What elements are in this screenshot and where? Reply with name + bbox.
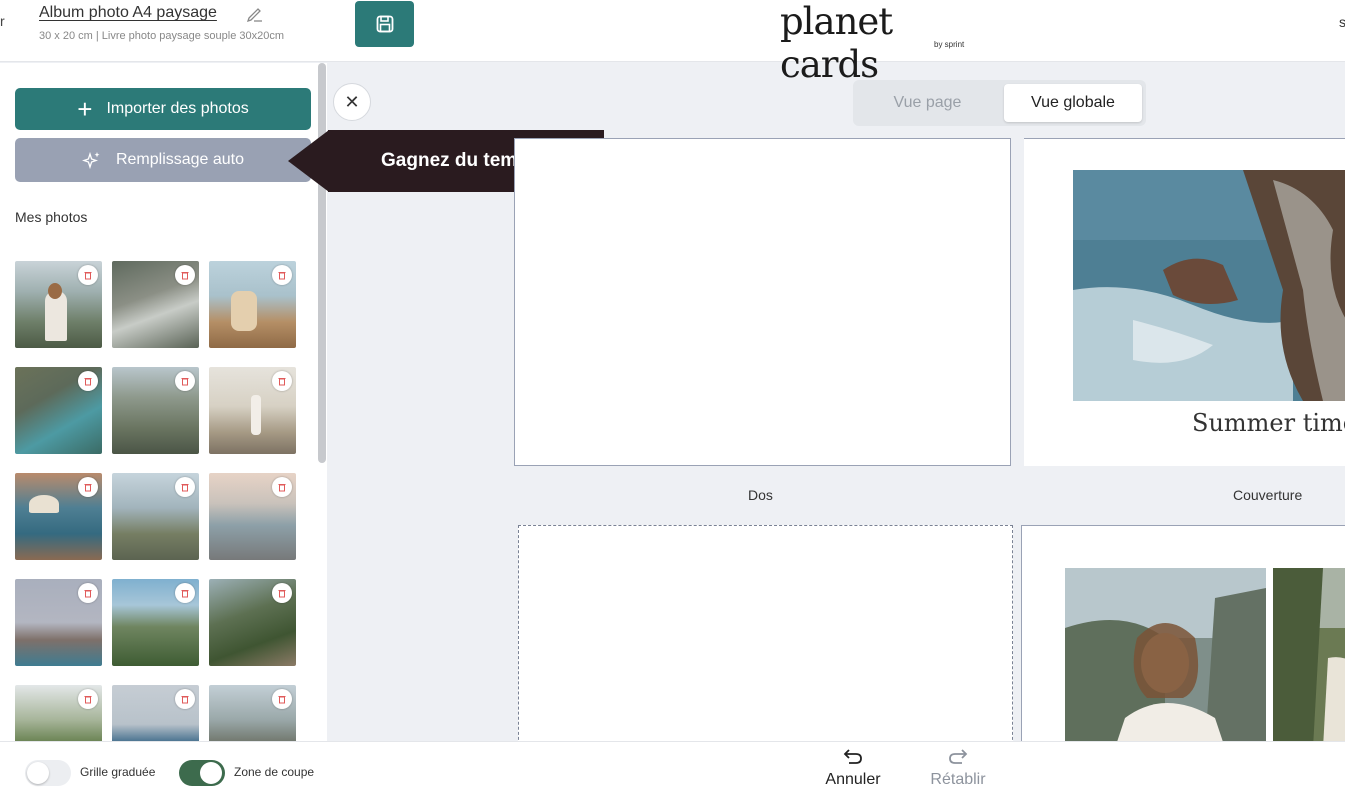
trash-icon[interactable] [272, 477, 292, 497]
ruler-grid-label: Grille graduée [80, 765, 156, 779]
photo-thumbnail[interactable] [209, 685, 296, 741]
photo-thumbnail[interactable] [209, 367, 296, 454]
front-cover-page[interactable]: Summer time [1024, 138, 1345, 466]
inner-right-page[interactable] [1021, 525, 1345, 755]
tab-global-view[interactable]: Vue globale [1004, 84, 1142, 122]
brand-logo[interactable]: planet cards by sprint [780, 0, 980, 86]
ruler-grid-toggle[interactable] [25, 760, 71, 786]
trash-icon[interactable] [175, 371, 195, 391]
floppy-icon [376, 15, 393, 33]
import-photos-button[interactable]: + Importer des photos [15, 88, 311, 130]
page-photo-slot[interactable] [1065, 568, 1266, 748]
photo-thumbnail[interactable] [15, 261, 102, 348]
photo-thumbnail[interactable] [112, 367, 199, 454]
back-cover-label: Dos [748, 487, 773, 503]
back-link[interactable]: r [0, 13, 5, 29]
top-bar: r Album photo A4 paysage 30 x 20 cm | Li… [0, 0, 1345, 86]
undo-label: Annuler [825, 771, 881, 788]
view-toggle: Vue page Vue globale [853, 80, 1146, 126]
sparkles-icon [81, 151, 100, 170]
autofill-label: Remplissage auto [115, 151, 245, 168]
trash-icon[interactable] [272, 265, 292, 285]
album-subtitle: 30 x 20 cm | Livre photo paysage souple … [39, 30, 285, 42]
bottom-toolbar: Grille graduée Zone de coupe Annuler Rét… [0, 741, 1345, 796]
trash-icon[interactable] [78, 689, 98, 709]
undo-button[interactable]: Annuler [820, 744, 886, 796]
save-button[interactable] [355, 1, 414, 47]
tab-page-view[interactable]: Vue page [853, 80, 1002, 126]
trash-icon[interactable] [272, 583, 292, 603]
trash-icon[interactable] [175, 583, 195, 603]
sidebar-scrollbar[interactable] [318, 63, 326, 463]
trash-icon[interactable] [175, 265, 195, 285]
photo-thumbnail[interactable] [15, 473, 102, 560]
photos-sidebar: + Importer des photos Remplissage auto M… [0, 63, 327, 741]
trash-icon[interactable] [272, 371, 292, 391]
cover-photo[interactable] [1073, 170, 1345, 401]
close-icon: ✕ [344, 91, 360, 112]
cover-title[interactable]: Summer time [1192, 409, 1345, 437]
undo-icon [843, 749, 862, 764]
plus-icon: + [77, 94, 93, 124]
pencil-icon[interactable] [245, 3, 265, 23]
crop-zone-toggle[interactable] [179, 760, 225, 786]
trash-icon[interactable] [272, 689, 292, 709]
autofill-button[interactable]: Remplissage auto [15, 138, 311, 182]
crop-zone-label: Zone de coupe [234, 765, 315, 779]
inner-left-page[interactable] [518, 525, 1013, 755]
trash-icon[interactable] [78, 371, 98, 391]
photo-thumbnail[interactable] [112, 579, 199, 666]
front-cover-label: Couverture [1233, 487, 1303, 503]
photo-grid [15, 261, 296, 741]
header-right-edge-text[interactable]: s [1339, 14, 1345, 30]
photo-thumbnail[interactable] [112, 473, 199, 560]
photo-thumbnail[interactable] [209, 579, 296, 666]
redo-button[interactable]: Rétablir [925, 744, 991, 796]
trash-icon[interactable] [175, 477, 195, 497]
trash-icon[interactable] [78, 477, 98, 497]
tooltip-arrow [288, 130, 329, 192]
brand-tagline: by sprint [934, 40, 965, 49]
my-photos-title: Mes photos [15, 209, 88, 225]
redo-label: Rétablir [930, 771, 986, 788]
photo-thumbnail[interactable] [112, 685, 199, 741]
page-photo-slot[interactable] [1273, 568, 1345, 748]
photo-thumbnail[interactable] [15, 579, 102, 666]
import-photos-label: Importer des photos [106, 100, 249, 117]
redo-icon [949, 749, 968, 764]
photo-thumbnail[interactable] [15, 367, 102, 454]
back-cover-page[interactable] [514, 138, 1011, 466]
photo-thumbnail[interactable] [209, 261, 296, 348]
trash-icon[interactable] [78, 583, 98, 603]
photo-thumbnail[interactable] [112, 261, 199, 348]
photo-thumbnail[interactable] [15, 685, 102, 741]
photo-thumbnail[interactable] [209, 473, 296, 560]
trash-icon[interactable] [78, 265, 98, 285]
trash-icon[interactable] [175, 689, 195, 709]
close-panel-button[interactable]: ✕ [333, 83, 371, 121]
album-title[interactable]: Album photo A4 paysage [39, 4, 217, 22]
